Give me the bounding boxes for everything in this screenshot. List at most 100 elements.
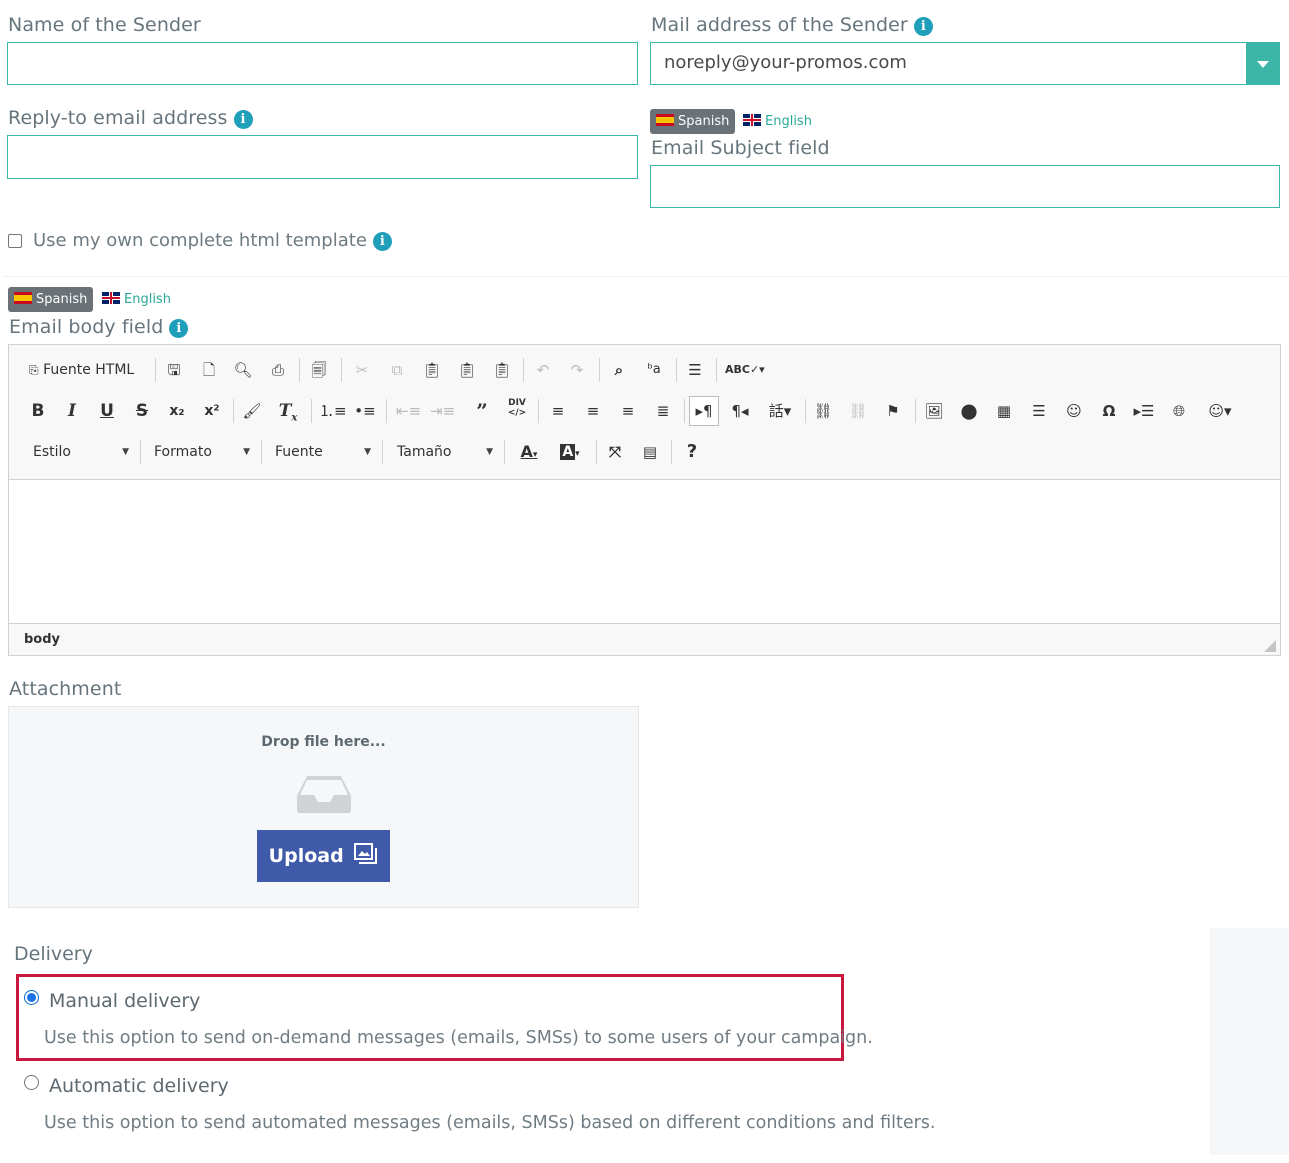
manual-delivery-radio[interactable] bbox=[24, 990, 39, 1005]
bulleted-list-icon[interactable]: •≡ bbox=[354, 400, 376, 422]
help-icon[interactable]: ? bbox=[681, 441, 703, 463]
print-icon[interactable]: ⎙ bbox=[268, 359, 288, 381]
sender-mail-select[interactable]: noreply@your-promos.com bbox=[650, 42, 1280, 85]
outdent-icon[interactable]: ⇤≡ bbox=[396, 400, 421, 422]
toolbar-separator bbox=[599, 358, 600, 382]
editor-content-area[interactable] bbox=[9, 480, 1280, 623]
table-icon[interactable]: ▦ bbox=[993, 400, 1015, 422]
info-icon[interactable]: i bbox=[372, 232, 392, 251]
chevron-down-icon: ▼ bbox=[364, 447, 371, 457]
numbered-list-icon[interactable]: ⒈≡ bbox=[319, 400, 347, 422]
format-combo[interactable]: Formato ▼ bbox=[154, 440, 250, 464]
source-html-button[interactable]: ⎘ Fuente HTML bbox=[29, 359, 134, 381]
dropzone[interactable]: Drop file here... Upload bbox=[8, 706, 639, 908]
unlink-icon[interactable]: ⛓ bbox=[847, 400, 869, 422]
create-div-icon[interactable]: DIV </> bbox=[506, 398, 528, 418]
align-left-icon[interactable]: ≡ bbox=[547, 400, 569, 422]
superscript-icon[interactable]: x² bbox=[202, 400, 222, 422]
font-combo[interactable]: Fuente ▼ bbox=[275, 440, 371, 464]
align-justify-icon[interactable]: ≣ bbox=[652, 400, 674, 422]
rtl-icon[interactable]: ¶◂ bbox=[729, 400, 751, 422]
align-right-icon[interactable]: ≡ bbox=[617, 400, 639, 422]
paste-icon[interactable]: 📋︎ bbox=[422, 359, 442, 381]
templates-icon[interactable]: 🗐 bbox=[309, 359, 329, 381]
resize-handle-icon[interactable] bbox=[1264, 640, 1276, 652]
copy-icon[interactable]: ⧉ bbox=[387, 359, 407, 381]
replace-icon[interactable]: ᵇa bbox=[643, 359, 665, 381]
maximize-icon[interactable]: ⤧ bbox=[604, 441, 626, 463]
automatic-delivery-title[interactable]: Automatic delivery bbox=[49, 1075, 229, 1097]
smiley-icon[interactable]: ☺ bbox=[1063, 400, 1085, 422]
undo-icon[interactable]: ↶ bbox=[533, 359, 553, 381]
subject-label: Email Subject field bbox=[651, 137, 830, 159]
horizontal-rule-icon[interactable]: ☰ bbox=[1028, 400, 1050, 422]
combo-label: Estilo bbox=[33, 444, 71, 460]
preview-icon[interactable]: 🔍︎ bbox=[233, 359, 253, 381]
subject-lang-english[interactable]: English bbox=[743, 109, 812, 134]
editor-status-bar: body bbox=[9, 623, 1280, 655]
own-template-checkbox[interactable] bbox=[8, 234, 22, 248]
remove-format-icon[interactable]: Tx bbox=[277, 400, 299, 429]
paste-text-icon[interactable]: 📋︎ bbox=[457, 359, 477, 381]
anchor-icon[interactable]: ⚑ bbox=[882, 400, 904, 422]
automatic-delivery-radio[interactable] bbox=[24, 1075, 39, 1090]
find-icon[interactable]: ⌕ bbox=[609, 359, 629, 381]
bg-color-icon[interactable]: A ▾ bbox=[553, 441, 587, 465]
upload-button[interactable]: Upload bbox=[257, 830, 390, 882]
lang-label: Spanish bbox=[678, 114, 730, 129]
subscript-icon[interactable]: x₂ bbox=[167, 400, 187, 422]
element-path[interactable]: body bbox=[24, 632, 60, 647]
spellcheck-icon[interactable]: ABC✓▾ bbox=[725, 359, 765, 381]
toolbar-separator bbox=[341, 358, 342, 382]
iframe-icon[interactable]: 🌐︎ bbox=[1168, 400, 1190, 422]
italic-icon[interactable]: I bbox=[62, 400, 82, 422]
manual-delivery-title[interactable]: Manual delivery bbox=[49, 990, 200, 1012]
body-lang-english[interactable]: English bbox=[102, 287, 171, 312]
info-icon[interactable]: i bbox=[913, 17, 933, 36]
editor-toolbar: ⎘ Fuente HTML 🖫 🗋 🔍︎ ⎙ 🗐 ✂ ⧉ 📋︎ 📋︎ 📋︎ ↶ … bbox=[9, 345, 1280, 480]
select-all-icon[interactable]: ☰ bbox=[685, 359, 705, 381]
emoji-icon[interactable]: ☺▾ bbox=[1201, 400, 1239, 422]
lang-label: English bbox=[124, 292, 171, 307]
info-icon[interactable]: i bbox=[233, 110, 253, 129]
show-blocks-icon[interactable]: ▤ bbox=[639, 441, 661, 463]
ltr-icon[interactable]: ▸¶ bbox=[689, 396, 719, 426]
copy-format-icon[interactable]: 🖌︎ bbox=[242, 400, 262, 422]
align-center-icon[interactable]: ≡ bbox=[582, 400, 604, 422]
cut-icon[interactable]: ✂ bbox=[352, 359, 372, 381]
body-label-wrap: Email body field i bbox=[9, 316, 189, 338]
language-icon[interactable]: 話▾ bbox=[763, 400, 797, 422]
size-combo[interactable]: Tamaño ▼ bbox=[397, 440, 493, 464]
subject-input[interactable] bbox=[650, 165, 1280, 208]
blockquote-icon[interactable]: ” bbox=[471, 400, 493, 422]
text-color-icon[interactable]: A▾ bbox=[512, 441, 546, 466]
special-char-icon[interactable]: Ω bbox=[1098, 400, 1120, 422]
uk-flag-icon bbox=[102, 292, 120, 304]
flash-icon[interactable]: ⬤ bbox=[958, 400, 980, 422]
underline-icon[interactable]: U bbox=[97, 400, 117, 422]
page-break-icon[interactable]: ▸☰ bbox=[1133, 400, 1155, 422]
toolbar-separator bbox=[311, 399, 312, 423]
indent-icon[interactable]: ⇥≡ bbox=[430, 400, 455, 422]
subject-lang-spanish[interactable]: Spanish bbox=[650, 109, 736, 134]
body-lang-spanish[interactable]: Spanish bbox=[8, 287, 94, 312]
redo-icon[interactable]: ↷ bbox=[567, 359, 587, 381]
link-icon[interactable]: ⛓ bbox=[812, 400, 834, 422]
sender-name-input[interactable] bbox=[7, 42, 638, 85]
strikethrough-icon[interactable]: S bbox=[132, 400, 152, 422]
automatic-delivery-desc: Use this option to send automated messag… bbox=[44, 1113, 936, 1133]
drop-text: Drop file here... bbox=[261, 734, 386, 750]
rich-text-editor: ⎘ Fuente HTML 🖫 🗋 🔍︎ ⎙ 🗐 ✂ ⧉ 📋︎ 📋︎ 📋︎ ↶ … bbox=[8, 344, 1281, 656]
dropdown-toggle[interactable] bbox=[1246, 42, 1280, 85]
save-icon[interactable]: 🖫 bbox=[164, 359, 184, 381]
reply-to-input[interactable] bbox=[7, 135, 638, 179]
combo-label: Fuente bbox=[275, 444, 323, 460]
bold-icon[interactable]: B bbox=[28, 400, 48, 422]
info-icon[interactable]: i bbox=[169, 319, 189, 338]
image-icon[interactable]: 🖼︎ bbox=[923, 400, 945, 422]
paste-word-icon[interactable]: 📋︎ bbox=[492, 359, 512, 381]
style-combo[interactable]: Estilo ▼ bbox=[33, 440, 129, 464]
new-page-icon[interactable]: 🗋 bbox=[199, 359, 219, 381]
uk-flag-icon bbox=[743, 114, 761, 126]
toolbar-separator bbox=[538, 399, 539, 423]
